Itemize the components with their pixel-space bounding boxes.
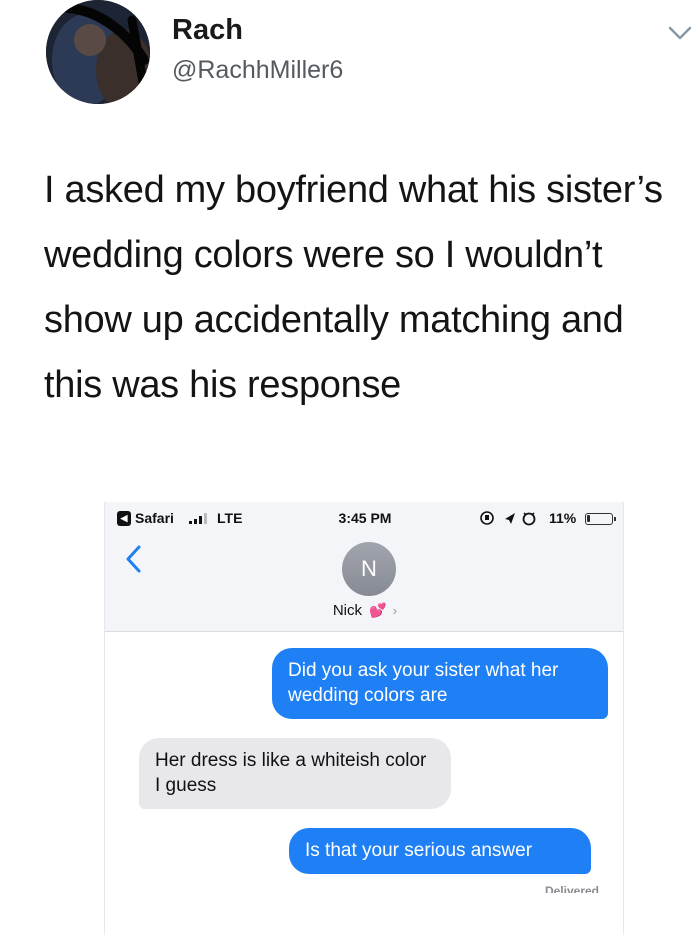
status-bar: ◀ Safari LTE 3:45 PM 11%: [105, 510, 623, 532]
back-chevron-icon[interactable]: [123, 542, 145, 576]
message-bubble-outgoing[interactable]: Did you ask your sister what her wedding…: [272, 648, 608, 719]
contact-name: Nick: [332, 602, 363, 619]
author-name[interactable]: Rach: [172, 14, 243, 47]
embedded-screenshot: ◀ Safari LTE 3:45 PM 11% N Nick 💕 › Did …: [104, 502, 624, 935]
battery-level: [587, 515, 590, 522]
heart-emoji-icon: 💕: [369, 602, 387, 618]
battery-percent: 11%: [549, 510, 577, 526]
delivery-status: Delivered: [544, 884, 599, 893]
message-bubble-incoming[interactable]: Her dress is like a whiteish color I gue…: [139, 738, 451, 809]
location-icon: [505, 513, 515, 524]
profile-photo-icon: [46, 0, 150, 104]
screen-rotation-icon: [480, 511, 494, 525]
tweet-text: I asked my boyfriend what his sister’s w…: [44, 169, 663, 406]
contact-name-row[interactable]: Nick 💕 ›: [105, 602, 623, 619]
status-icons: [480, 511, 536, 526]
contact-avatar[interactable]: N: [342, 542, 396, 596]
battery-icon: [585, 513, 616, 525]
conversation-header: ◀ Safari LTE 3:45 PM 11% N Nick 💕 ›: [105, 502, 623, 632]
author-handle[interactable]: @RachhMiller6: [172, 56, 343, 85]
message-bubble-outgoing[interactable]: Is that your serious answer: [289, 828, 591, 874]
alarm-icon: [522, 512, 536, 526]
chevron-down-icon[interactable]: [666, 22, 694, 44]
avatar[interactable]: [46, 0, 150, 104]
chevron-right-icon: ›: [392, 603, 398, 618]
